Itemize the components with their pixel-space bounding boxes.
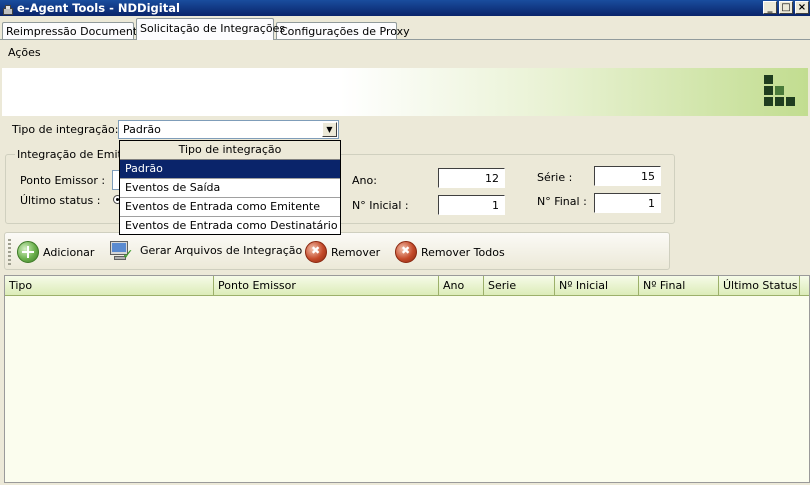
integracoes-grid[interactable]: Tipo Ponto Emissor Ano Serie Nº Inicial … — [4, 275, 810, 483]
tipo-integracao-dropdown: Tipo de integração Padrão Eventos de Saí… — [119, 140, 341, 235]
title-bar: e-Agent Tools - NDDigital _ □ × — [0, 0, 810, 16]
tab-solicitacao-integracoes[interactable]: Solicitação de Integrações — [136, 18, 285, 40]
remover-button[interactable]: Remover — [305, 240, 380, 264]
serie-input[interactable]: 15 — [594, 166, 661, 186]
menu-acoes[interactable]: Ações — [8, 46, 41, 59]
tipo-integracao-label: Tipo de integração: — [12, 123, 119, 136]
tab-configuracoes-proxy[interactable]: Configurações de Proxy — [276, 22, 410, 40]
serie-label: Série : — [537, 171, 573, 184]
adicionar-button[interactable]: Adicionar — [17, 240, 94, 264]
tab-reimpressao-documentos[interactable]: Reimpressão Documentos — [2, 22, 150, 40]
remover-label: Remover — [331, 245, 381, 259]
tipo-integracao-value: Padrão — [123, 123, 161, 136]
n-final-input[interactable]: 1 — [594, 193, 661, 213]
remover-todos-label: Remover Todos — [421, 245, 505, 259]
chevron-down-icon[interactable]: ▼ — [322, 122, 337, 137]
action-toolbar: Adicionar ✓ Gerar Arquivos de Integração… — [4, 232, 670, 270]
column-tipo[interactable]: Tipo — [5, 276, 214, 295]
column-ponto-emissor[interactable]: Ponto Emissor — [214, 276, 439, 295]
gerar-arquivos-label: Gerar Arquivos de Integração — [140, 243, 303, 257]
minimize-button[interactable]: _ — [763, 1, 777, 14]
column-serie[interactable]: Serie — [484, 276, 555, 295]
header-banner — [2, 68, 808, 116]
option-eventos-saida[interactable]: Eventos de Saída — [120, 179, 340, 198]
option-padrao[interactable]: Padrão — [120, 160, 340, 179]
tipo-integracao-select[interactable]: Padrão ▼ — [118, 120, 339, 139]
column-n-final[interactable]: Nº Final — [639, 276, 719, 295]
close-button[interactable]: × — [795, 1, 809, 14]
adicionar-label: Adicionar — [43, 245, 95, 259]
n-final-label: N° Final : — [537, 195, 587, 208]
column-ultimo-status[interactable]: Último Status — [719, 276, 800, 295]
add-icon — [17, 241, 39, 263]
column-ano[interactable]: Ano — [439, 276, 484, 295]
dropdown-header: Tipo de integração — [120, 141, 340, 160]
remove-icon — [305, 241, 327, 263]
logo-icon — [764, 75, 798, 109]
computer-check-icon: ✓ — [108, 237, 136, 263]
n-inicial-input[interactable]: 1 — [438, 195, 505, 215]
menu-bar: Ações — [0, 40, 810, 66]
option-eventos-entrada-destinatario[interactable]: Eventos de Entrada como Destinatário — [120, 217, 340, 236]
maximize-button[interactable]: □ — [779, 1, 793, 14]
ano-input[interactable]: 12 — [438, 168, 505, 188]
ponto-emissor-label: Ponto Emissor : — [20, 174, 106, 187]
tab-strip: Reimpressão Documentos Solicitação de In… — [0, 18, 810, 40]
toolbar-grip[interactable] — [8, 239, 11, 265]
grid-header: Tipo Ponto Emissor Ano Serie Nº Inicial … — [5, 276, 809, 296]
app-icon — [1, 2, 13, 15]
n-inicial-label: N° Inicial : — [352, 199, 409, 212]
remover-todos-button[interactable]: Remover Todos — [395, 240, 505, 264]
window-title: e-Agent Tools - NDDigital — [17, 1, 180, 15]
option-eventos-entrada-emitente[interactable]: Eventos de Entrada como Emitente — [120, 198, 340, 217]
ultimo-status-label: Último status : — [20, 194, 101, 207]
remove-all-icon — [395, 241, 417, 263]
column-n-inicial[interactable]: Nº Inicial — [555, 276, 639, 295]
window-controls: _ □ × — [763, 1, 809, 14]
gerar-arquivos-button[interactable]: ✓ Gerar Arquivos de Integração — [108, 237, 303, 263]
ano-label: Ano: — [352, 174, 377, 187]
tab-panel: Ações Tipo de integração: Padrão ▼ Integ… — [0, 40, 810, 485]
